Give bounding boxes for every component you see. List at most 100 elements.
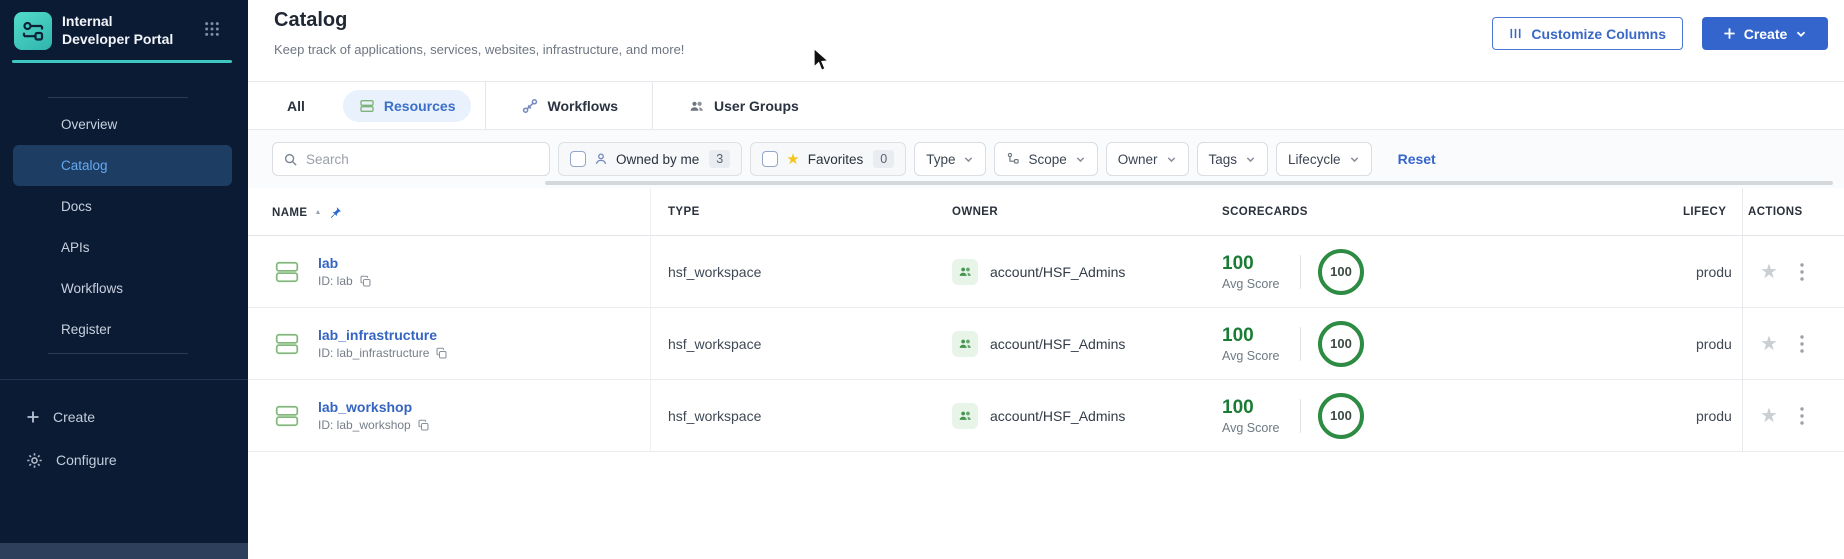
sidebar-divider (48, 97, 188, 98)
sidebar-configure-button[interactable]: Configure (0, 441, 248, 479)
search-box (272, 142, 550, 176)
owner-filter-dropdown[interactable]: Owner (1105, 142, 1189, 176)
copy-icon[interactable] (359, 275, 372, 288)
resource-id: ID: lab_infrastructure (318, 346, 430, 360)
resource-name-link[interactable]: lab_workshop (318, 399, 430, 415)
favorites-filter[interactable]: ★ Favorites 0 (750, 142, 907, 176)
owned-by-me-count: 3 (709, 150, 731, 168)
table-row[interactable]: lab_infrastructure ID: lab_infrastructur… (248, 308, 1844, 380)
main-content: Catalog Keep track of applications, serv… (248, 0, 1844, 559)
search-input[interactable] (306, 151, 539, 167)
workflow-icon (522, 98, 538, 114)
owned-by-me-checkbox[interactable] (570, 151, 586, 167)
app-title: Internal Developer Portal (62, 13, 174, 47)
column-header-name[interactable]: NAME ▲ (272, 206, 342, 219)
table-row[interactable]: lab_workshop ID: lab_workshop hsf_worksp… (248, 380, 1844, 452)
sort-asc-icon[interactable]: ▲ (314, 209, 321, 216)
sidebar-item-docs[interactable]: Docs (0, 186, 248, 227)
score-divider (1300, 326, 1301, 361)
sidebar-item-catalog[interactable]: Catalog (13, 145, 232, 186)
plus-icon (1723, 27, 1736, 40)
favorites-checkbox[interactable] (762, 151, 779, 167)
resource-type-icon (274, 403, 300, 434)
sidebar-create-button[interactable]: Create (0, 398, 248, 436)
column-divider (650, 188, 651, 452)
score-divider (1300, 398, 1301, 433)
gear-icon (26, 452, 43, 469)
lifecycle-value: produ (1696, 335, 1732, 352)
column-name-label: NAME (272, 206, 308, 219)
sidebar-bottom-strip (0, 543, 248, 559)
reset-filters-link[interactable]: Reset (1398, 151, 1436, 167)
column-header-type[interactable]: TYPE (668, 206, 700, 218)
score-divider (1300, 254, 1301, 289)
sidebar-divider (48, 353, 188, 354)
app-switcher-grid-icon[interactable] (204, 21, 220, 42)
column-header-scorecards[interactable]: SCORECARDS (1222, 206, 1308, 218)
sidebar-item-register[interactable]: Register (0, 309, 248, 350)
chevron-down-icon (1795, 28, 1807, 40)
avg-score-value: 100 (1222, 252, 1254, 274)
copy-icon[interactable] (417, 419, 430, 432)
row-menu-icon[interactable] (1800, 380, 1804, 451)
app-logo-icon (14, 12, 52, 50)
favorite-star-icon[interactable]: ★ (1760, 308, 1778, 379)
tab-all[interactable]: All (287, 98, 305, 114)
avg-score-value: 100 (1222, 324, 1254, 346)
tab-workflows-label: Workflows (547, 97, 619, 114)
sidebar-item-apis[interactable]: APIs (0, 227, 248, 268)
tab-user-groups[interactable]: User Groups (689, 98, 799, 114)
tab-workflows[interactable]: Workflows (522, 98, 618, 114)
customize-columns-label: Customize Columns (1531, 25, 1666, 42)
scorecard-ring[interactable]: 100 (1318, 248, 1364, 295)
pin-icon[interactable] (329, 206, 342, 219)
sidebar-nav: Overview Catalog Docs APIs Workflows Reg… (0, 104, 248, 350)
avg-score-value: 100 (1222, 396, 1254, 418)
column-header-owner[interactable]: OWNER (952, 206, 998, 218)
scorecard-ring[interactable]: 100 (1318, 392, 1364, 439)
customize-columns-button[interactable]: Customize Columns (1492, 17, 1683, 50)
column-header-lifecycle[interactable]: LIFECY (1683, 206, 1733, 218)
lifecycle-value: produ (1696, 263, 1732, 280)
favorites-count: 0 (873, 150, 895, 168)
sidebar-header: Internal Developer Portal (0, 0, 248, 63)
row-menu-icon[interactable] (1800, 236, 1804, 307)
tab-resources-label: Resources (383, 97, 456, 114)
table-header-row: NAME ▲ TYPE OWNER SCORECARDS LIFECY ACTI… (248, 188, 1844, 236)
catalog-table: NAME ▲ TYPE OWNER SCORECARDS LIFECY ACTI… (248, 188, 1844, 452)
scope-filter-dropdown[interactable]: Scope (994, 142, 1098, 176)
tags-filter-dropdown[interactable]: Tags (1196, 142, 1269, 176)
resource-id: ID: lab (318, 274, 353, 288)
owner-group-icon (952, 330, 978, 357)
sidebar-item-workflows[interactable]: Workflows (0, 268, 248, 309)
lifecycle-value: produ (1696, 407, 1732, 424)
sidebar-item-overview[interactable]: Overview (0, 104, 248, 145)
sidebar-configure-label: Configure (56, 452, 117, 468)
app-window: Internal Developer Portal Overview Catal… (0, 0, 1844, 559)
tab-resources[interactable]: Resources (342, 89, 472, 122)
copy-icon[interactable] (435, 347, 448, 360)
owner-name: account/HSF_Admins (990, 335, 1126, 352)
row-menu-icon[interactable] (1800, 308, 1804, 379)
create-button-label: Create (1743, 25, 1788, 42)
resource-type-icon (274, 259, 300, 290)
favorite-star-icon[interactable]: ★ (1760, 236, 1778, 307)
resource-name-link[interactable]: lab_infrastructure (318, 327, 448, 343)
lifecycle-filter-label: Lifecycle (1288, 151, 1341, 167)
scorecard-ring[interactable]: 100 (1318, 320, 1364, 367)
lifecycle-filter-dropdown[interactable]: Lifecycle (1276, 142, 1372, 176)
type-filter-dropdown[interactable]: Type (914, 142, 987, 176)
owner-group-icon (952, 258, 978, 285)
table-row[interactable]: lab ID: lab hsf_workspace account/HSF_Ad… (248, 236, 1844, 308)
create-button[interactable]: Create (1702, 17, 1828, 50)
scorecard-ring-value: 100 (1330, 408, 1352, 423)
star-icon: ★ (786, 150, 800, 168)
favorite-star-icon[interactable]: ★ (1760, 380, 1778, 451)
type-filter-label: Type (926, 151, 956, 167)
layers-icon (359, 98, 375, 114)
horizontal-scrollbar[interactable] (545, 181, 1833, 185)
hierarchy-icon (1006, 152, 1020, 166)
resource-name-link[interactable]: lab (318, 255, 372, 271)
owned-by-me-filter[interactable]: Owned by me 3 (558, 142, 743, 176)
tab-divider (485, 82, 487, 129)
